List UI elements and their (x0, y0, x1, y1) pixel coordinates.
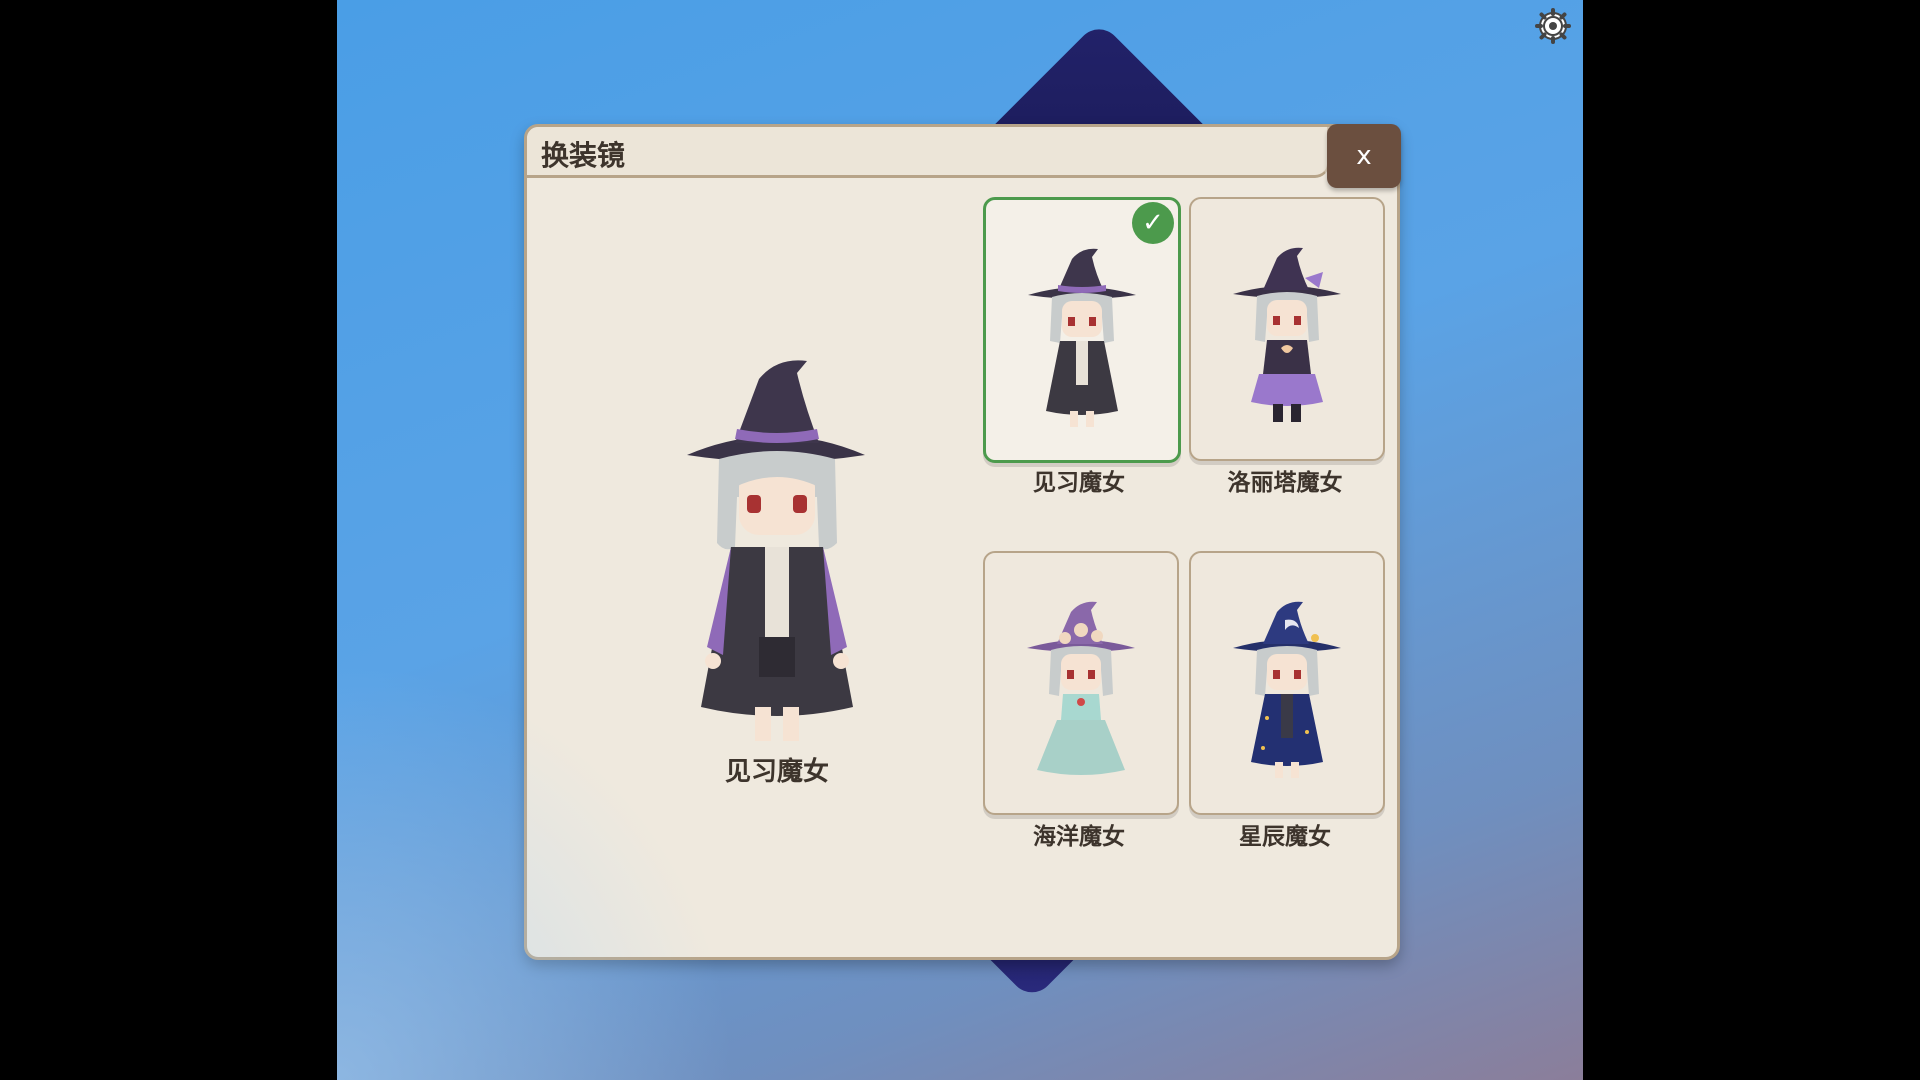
game-viewport: 换装镜 x 见习魔女 ✓ 见习魔女 洛丽塔魔女 海洋魔女 星辰魔女 (337, 0, 1583, 1080)
gear-icon[interactable] (1535, 8, 1571, 44)
close-button[interactable]: x (1327, 124, 1401, 188)
outfit-card-ocean[interactable] (983, 551, 1179, 815)
wardrobe-dialog: 换装镜 x 见习魔女 ✓ 见习魔女 洛丽塔魔女 海洋魔女 星辰魔女 (524, 124, 1401, 960)
outfit-label-apprentice: 见习魔女 (1033, 470, 1125, 496)
outfit-card-apprentice[interactable]: ✓ (983, 197, 1181, 463)
apprentice-witch-sprite (1028, 248, 1136, 427)
dialog-title: 换装镜 (541, 139, 626, 172)
outfit-label-lolita: 洛丽塔魔女 (1227, 470, 1343, 496)
checkmark-icon: ✓ (1132, 202, 1174, 244)
outfit-label-ocean: 海洋魔女 (1033, 824, 1125, 850)
outfit-card-starry[interactable] (1189, 551, 1385, 815)
outfit-label-starry: 星辰魔女 (1239, 824, 1331, 850)
dialog-titlebar: 换装镜 (527, 127, 1329, 178)
character-preview (687, 360, 865, 741)
preview-name: 见习魔女 (724, 757, 829, 787)
starry-witch-sprite (1233, 601, 1341, 778)
ocean-witch-sprite (1027, 601, 1135, 775)
outfit-card-lolita[interactable] (1189, 197, 1385, 461)
lolita-witch-sprite (1233, 247, 1341, 422)
